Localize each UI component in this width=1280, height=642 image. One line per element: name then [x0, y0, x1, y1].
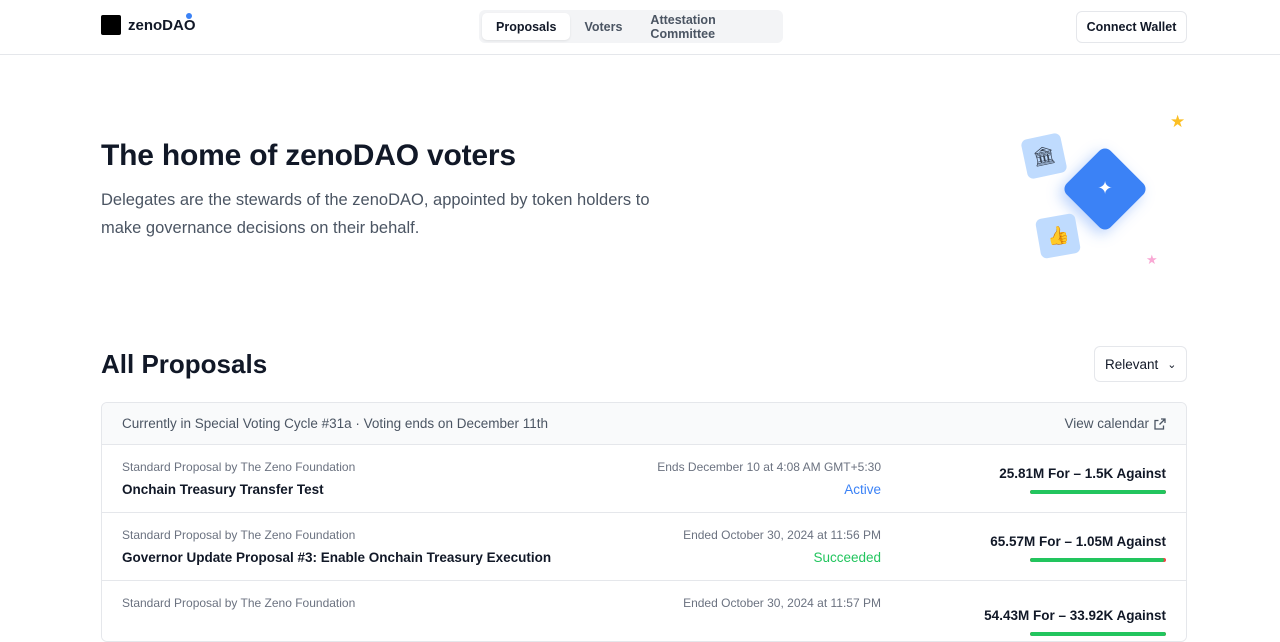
voting-cycle-banner: Currently in Special Voting Cycle #31a ·… [102, 403, 1186, 445]
vote-for-fill [1030, 558, 1164, 562]
vote-for-fill [1030, 490, 1166, 494]
sort-dropdown[interactable]: Relevant ⌄ [1094, 346, 1187, 382]
hero-title: The home of zenoDAO voters [101, 139, 516, 172]
star-icon: ★ [1170, 112, 1186, 131]
tab-proposals[interactable]: Proposals [482, 13, 571, 40]
proposal-votes: 65.57M For – 1.05M Against [990, 534, 1166, 549]
vote-progress-bar [1030, 632, 1166, 636]
small-star-icon: ★ [1146, 252, 1158, 267]
tab-voters[interactable]: Voters [570, 13, 636, 40]
proposals-table: Currently in Special Voting Cycle #31a ·… [101, 402, 1187, 642]
connect-wallet-button[interactable]: Connect Wallet [1076, 11, 1187, 43]
proposal-status: Succeeded [813, 550, 881, 565]
proposal-date: Ended October 30, 2024 at 11:57 PM [683, 596, 881, 610]
tab-attestation-committee[interactable]: Attestation Committee [636, 13, 780, 41]
proposal-status: Active [844, 482, 881, 497]
chevron-down-icon: ⌄ [1167, 358, 1177, 371]
vote-progress-bar [1030, 558, 1166, 562]
proposal-author: Standard Proposal by The Zeno Foundation [122, 596, 356, 610]
external-link-icon [1154, 417, 1166, 430]
voting-cycle-text: Currently in Special Voting Cycle #31a ·… [122, 416, 548, 431]
vote-for-fill [1030, 632, 1166, 636]
view-calendar-label: View calendar [1064, 416, 1149, 431]
proposal-votes: 25.81M For – 1.5K Against [999, 466, 1166, 481]
logo-mark-icon [101, 15, 121, 35]
proposal-title: Governor Update Proposal #3: Enable Onch… [122, 550, 552, 565]
proposal-title: Onchain Treasury Transfer Test [122, 482, 324, 497]
proposal-row[interactable]: Standard Proposal by The Zeno Foundation… [102, 445, 1186, 513]
proposal-author: Standard Proposal by The Zeno Foundation [122, 528, 356, 542]
top-nav-bar: zenoDAO Proposals Voters Attestation Com… [0, 0, 1280, 55]
hero-description: Delegates are the stewards of the zenoDA… [101, 191, 650, 237]
vote-progress-bar [1030, 490, 1166, 494]
sparkle-icon: ✦ [1097, 178, 1113, 198]
view-calendar-link[interactable]: View calendar [1064, 416, 1166, 431]
all-proposals-heading: All Proposals [101, 349, 268, 379]
proposal-row[interactable]: Standard Proposal by The Zeno Foundation… [102, 581, 1186, 641]
proposal-row[interactable]: Standard Proposal by The Zeno Foundation… [102, 513, 1186, 581]
hero-illustration: 🏛 ✦ 👍 ★ ★ [1010, 110, 1200, 275]
brand-logo[interactable]: zenoDAO [101, 13, 196, 35]
proposal-date: Ended October 30, 2024 at 11:56 PM [683, 528, 881, 542]
proposal-author: Standard Proposal by The Zeno Foundation [122, 460, 356, 474]
brand-name: zenoDAO [128, 16, 196, 34]
logo-dot-icon [186, 13, 192, 19]
proposal-date: Ends December 10 at 4:08 AM GMT+5:30 [657, 460, 881, 474]
main-tabs: Proposals Voters Attestation Committee [479, 10, 783, 43]
sort-label: Relevant [1105, 356, 1159, 372]
bank-icon: 🏛 [1020, 132, 1068, 180]
thumbs-up-icon: 👍 [1034, 212, 1082, 260]
proposal-votes: 54.43M For – 33.92K Against [984, 608, 1166, 623]
